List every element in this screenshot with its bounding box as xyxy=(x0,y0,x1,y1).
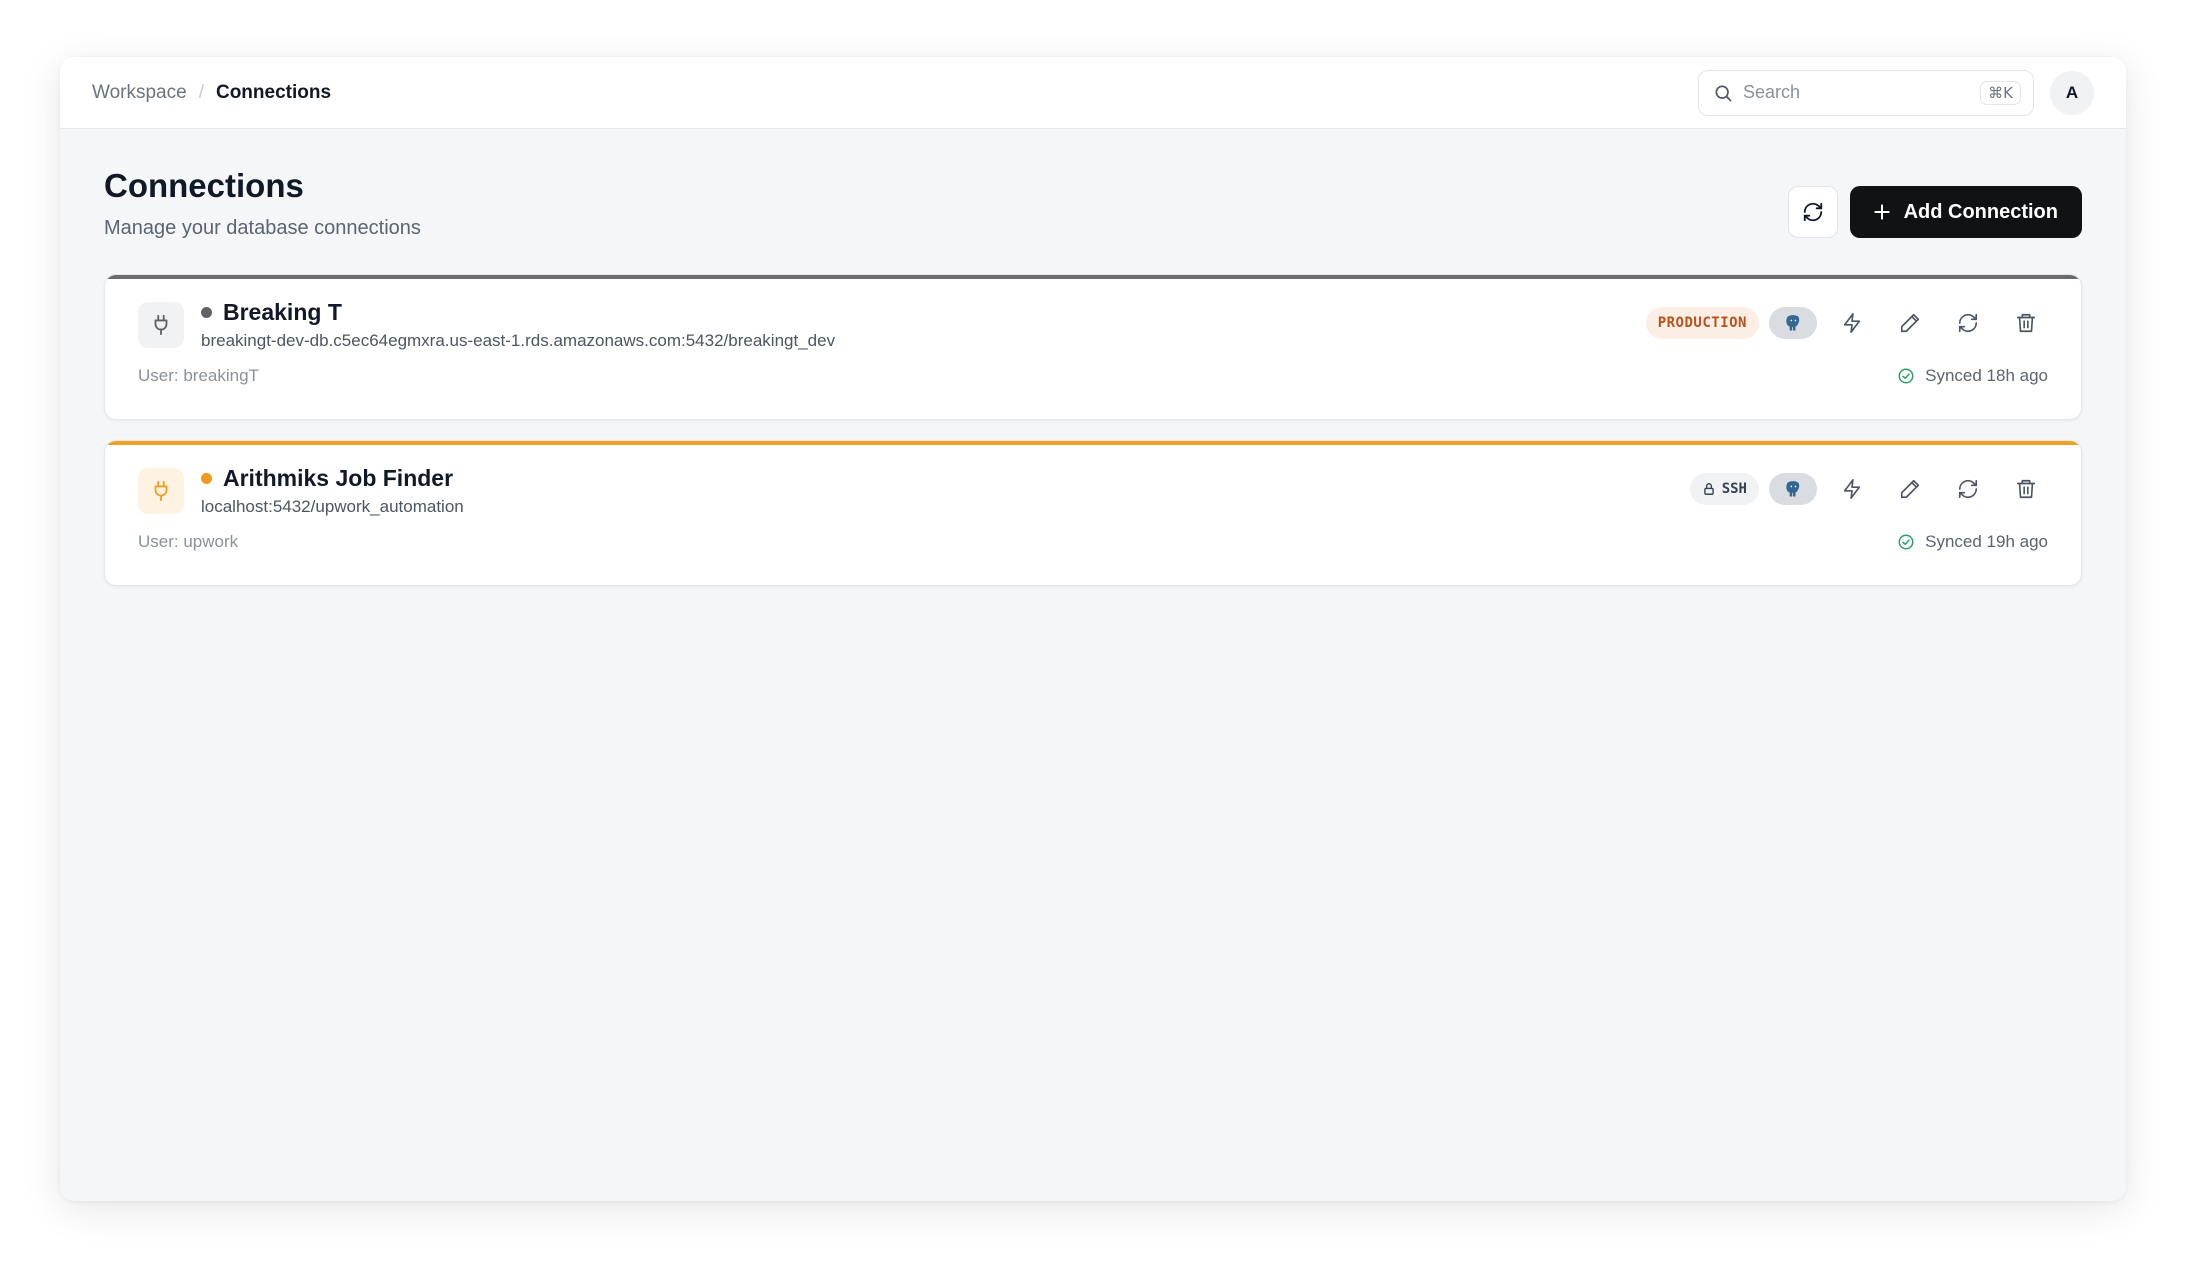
connection-host: localhost:5432/upwork_automation xyxy=(201,497,464,516)
connection-list: Breaking T breakingt-dev-db.c5ec64egmxra… xyxy=(104,274,2082,606)
delete-connection-button[interactable] xyxy=(2003,466,2049,512)
sync-status: Synced 18h ago xyxy=(1897,366,2048,386)
connection-actions: SSH xyxy=(1689,466,2049,512)
refresh-icon xyxy=(1802,201,1824,223)
app-window: Workspace / Connections Search ⌘K A Conn… xyxy=(60,57,2126,1201)
breadcrumb: Workspace / Connections xyxy=(92,82,331,104)
top-bar: Workspace / Connections Search ⌘K A xyxy=(60,57,2126,129)
topbar-actions: Search ⌘K A xyxy=(1698,69,2094,116)
status-dot xyxy=(201,473,212,484)
add-connection-label: Add Connection xyxy=(1903,200,2058,223)
connection-user: User: breakingT xyxy=(138,366,259,385)
search-shortcut-hint: ⌘K xyxy=(1980,80,2021,105)
sync-status-text: Synced 18h ago xyxy=(1925,366,2048,385)
postgresql-elephant-icon xyxy=(1769,307,1817,339)
edit-connection-button[interactable] xyxy=(1887,300,1933,346)
search-icon xyxy=(1713,83,1733,103)
breadcrumb-workspace-link[interactable]: Workspace xyxy=(92,82,187,104)
plug-icon xyxy=(138,468,184,514)
status-dot xyxy=(201,307,212,318)
add-connection-button[interactable]: Add Connection xyxy=(1849,186,2082,238)
connection-name[interactable]: Breaking T xyxy=(223,299,342,326)
search-input[interactable]: Search ⌘K xyxy=(1698,69,2034,116)
connection-title-row: Breaking T xyxy=(201,299,342,326)
ssh-badge: SSH xyxy=(1689,473,1759,505)
lock-icon xyxy=(1702,482,1716,496)
connection-title-row: Arithmiks Job Finder xyxy=(201,465,453,492)
page-header: Connections Manage your database connect… xyxy=(104,167,2082,257)
card-accent-bar xyxy=(105,275,2081,279)
connection-host: breakingt-dev-db.c5ec64egmxra.us-east-1.… xyxy=(201,331,836,350)
page-title: Connections xyxy=(104,167,304,204)
postgresql-elephant-icon xyxy=(1769,473,1817,505)
connection-name[interactable]: Arithmiks Job Finder xyxy=(223,465,453,492)
production-badge: PRODUCTION xyxy=(1645,307,1759,339)
test-connection-button[interactable] xyxy=(1829,466,1875,512)
test-connection-button[interactable] xyxy=(1829,300,1875,346)
sync-status: Synced 19h ago xyxy=(1897,532,2048,552)
plug-icon xyxy=(138,302,184,348)
sync-status-text: Synced 19h ago xyxy=(1925,532,2048,551)
check-circle-icon xyxy=(1897,367,1915,385)
sync-connection-button[interactable] xyxy=(1945,466,1991,512)
header-actions: Add Connection xyxy=(1787,186,2082,238)
breadcrumb-separator: / xyxy=(198,81,204,103)
sync-connection-button[interactable] xyxy=(1945,300,1991,346)
delete-connection-button[interactable] xyxy=(2003,300,2049,346)
edit-connection-button[interactable] xyxy=(1887,466,1933,512)
connection-actions: PRODUCTION xyxy=(1645,300,2049,346)
user-avatar[interactable]: A xyxy=(2050,70,2094,115)
connection-user: User: upwork xyxy=(138,532,239,551)
connection-card-breaking-t[interactable]: Breaking T breakingt-dev-db.c5ec64egmxra… xyxy=(104,274,2082,420)
card-accent-bar xyxy=(105,441,2081,445)
search-placeholder: Search xyxy=(1743,82,1801,102)
refresh-all-button[interactable] xyxy=(1787,186,1838,238)
breadcrumb-current: Connections xyxy=(215,81,332,103)
ssh-badge-label: SSH xyxy=(1721,481,1747,497)
page-subtitle: Manage your database connections xyxy=(104,217,421,239)
connection-card-arithmiks-job-finder[interactable]: Arithmiks Job Finder localhost:5432/upwo… xyxy=(104,440,2082,586)
plus-icon xyxy=(1872,202,1892,222)
check-circle-icon xyxy=(1897,533,1915,551)
